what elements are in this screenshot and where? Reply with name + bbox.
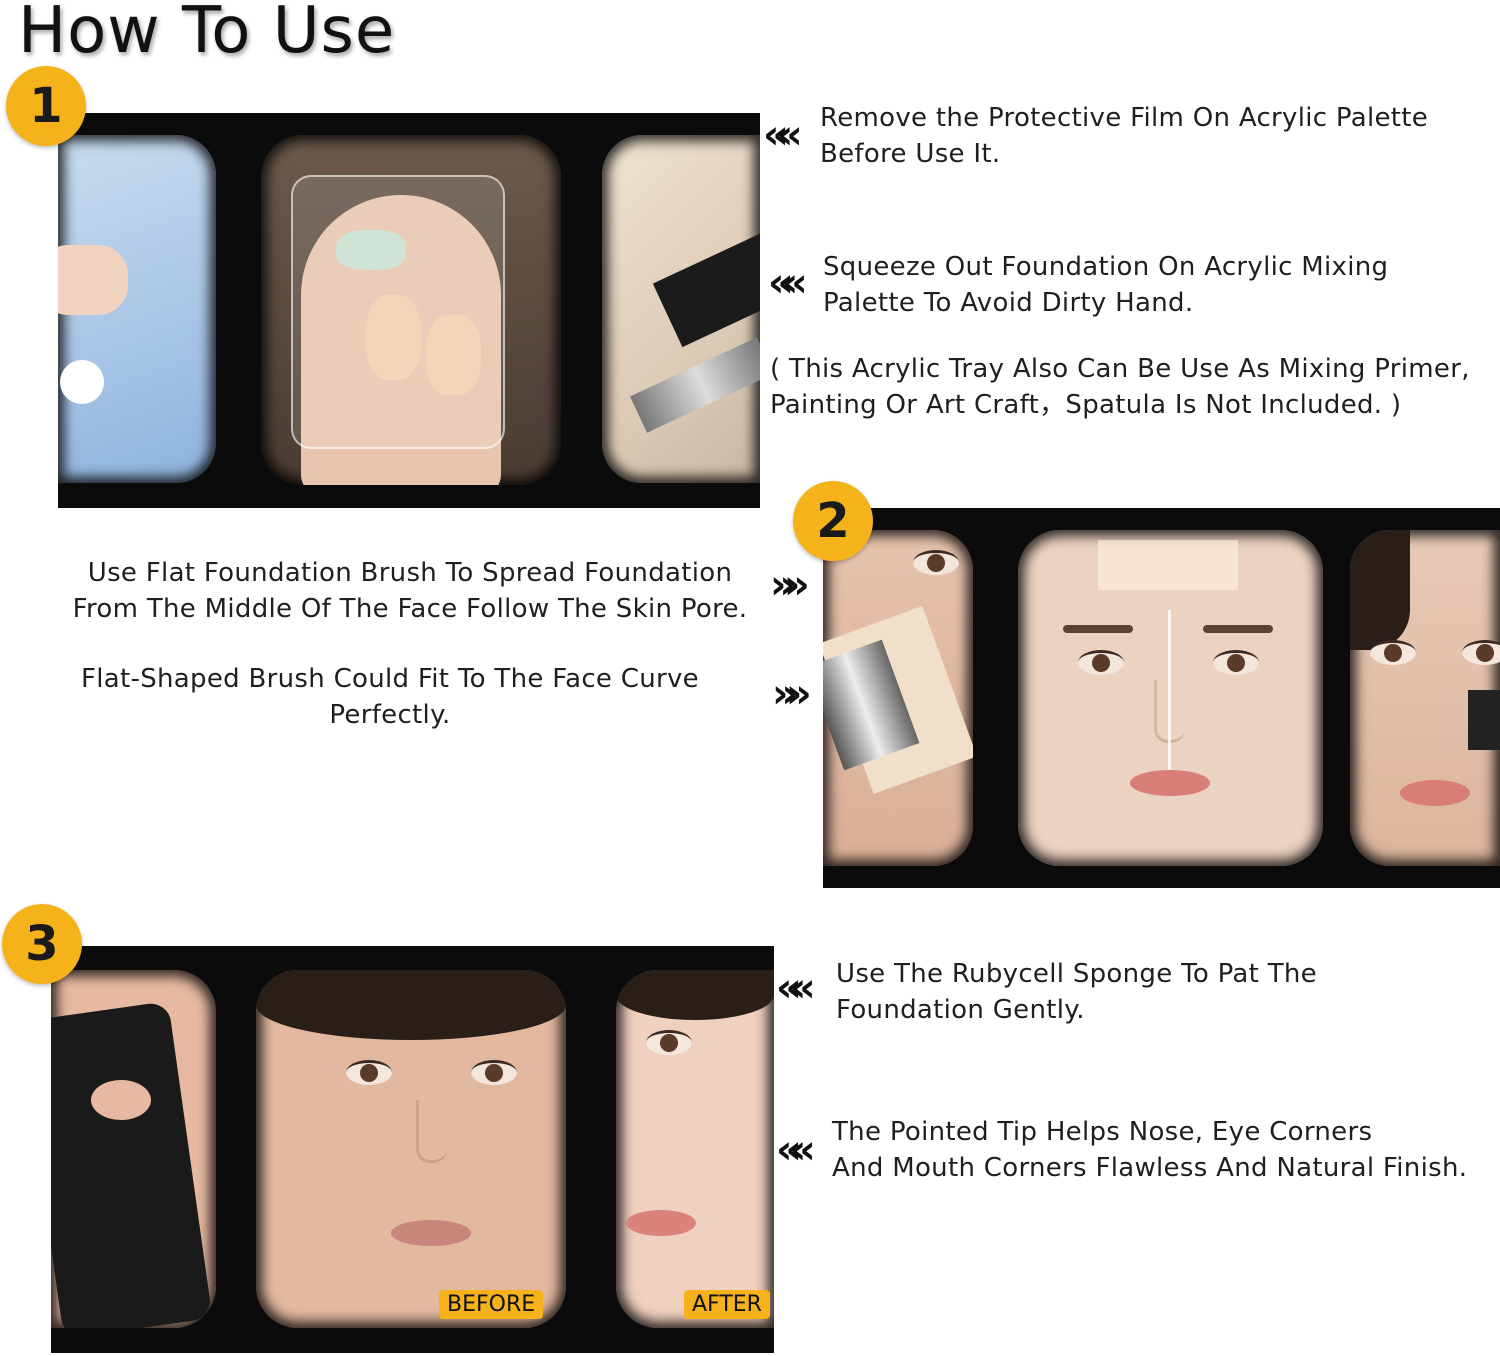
step-1-text-remove-film: Remove the Protective Film On Acrylic Pa… <box>820 103 1429 169</box>
step-2-text-spread: Use Flat Foundation Brush To Spread Foun… <box>72 558 748 624</box>
arrow-right-icon: »» <box>770 562 810 608</box>
finger <box>91 1080 151 1120</box>
eye <box>646 1030 692 1055</box>
step-3-text-pointed-tip: The Pointed Tip Helps Nose, Eye Corners … <box>832 1117 1468 1183</box>
lips <box>1130 770 1210 796</box>
hair <box>616 970 774 1020</box>
foundation-dab-1 <box>336 230 406 270</box>
foundation-dab-3 <box>426 315 481 395</box>
lips <box>391 1220 471 1246</box>
sponge-photo <box>51 970 216 1328</box>
brush-bristles <box>1468 690 1500 750</box>
step-1-text-squeeze: Squeeze Out Foundation On Acrylic Mixing… <box>823 252 1389 318</box>
brush-bristles <box>652 232 760 348</box>
eye <box>1462 640 1500 665</box>
step-3-text-sponge: Use The Rubycell Sponge To Pat The Found… <box>836 959 1317 1025</box>
hair <box>256 970 566 1040</box>
foundation-dab-2 <box>366 295 421 380</box>
brush-ferrule <box>630 337 760 433</box>
before-face-photo: BEFORE <box>256 970 566 1328</box>
eye <box>913 550 959 575</box>
step-2-image-strip <box>823 508 1500 888</box>
after-label: AFTER <box>684 1290 770 1319</box>
brush-palette-photo <box>602 135 760 483</box>
arrow-left-icon: «« <box>768 260 808 306</box>
black-sponge <box>51 1001 213 1328</box>
step-1-image-strip <box>58 113 760 508</box>
hand-palette-photo <box>261 135 561 485</box>
eye <box>471 1060 517 1085</box>
brow <box>1203 625 1273 633</box>
before-label: BEFORE <box>439 1290 544 1319</box>
nose <box>416 1100 447 1163</box>
step-1-text-note: ( This Acrylic Tray Also Can Be Use As M… <box>770 354 1470 420</box>
hair <box>1350 530 1410 650</box>
eye <box>1213 650 1259 675</box>
direction-arrow-line <box>1168 610 1171 770</box>
forehead-foundation <box>1098 540 1238 590</box>
page-title: How To Use <box>18 0 396 68</box>
brush-on-face-photo <box>1350 530 1500 866</box>
arrow-left-icon: «« <box>776 965 816 1011</box>
face-direction-photo <box>1018 530 1323 866</box>
step-3-badge: 3 <box>2 904 82 984</box>
eye <box>346 1060 392 1085</box>
eye <box>1370 640 1416 665</box>
palette-film-photo <box>58 135 216 483</box>
brush-on-cheek-photo <box>823 530 973 866</box>
lips <box>1400 780 1470 806</box>
step-2-badge: 2 <box>793 481 873 561</box>
after-face-photo: AFTER <box>616 970 774 1328</box>
hand-shape <box>58 245 128 315</box>
step-2-text-flat-brush: Flat-Shaped Brush Could Fit To The Face … <box>81 664 699 730</box>
eye <box>1078 650 1124 675</box>
brow <box>1063 625 1133 633</box>
arrow-right-icon: »» <box>772 671 812 717</box>
step-1-badge: 1 <box>6 66 86 146</box>
step-3-image-strip: BEFORE AFTER <box>51 946 774 1353</box>
lips <box>626 1210 696 1236</box>
arrow-left-icon: «« <box>763 112 803 158</box>
arrow-left-icon: «« <box>776 1127 816 1173</box>
palette-thumb-hole <box>60 360 104 404</box>
